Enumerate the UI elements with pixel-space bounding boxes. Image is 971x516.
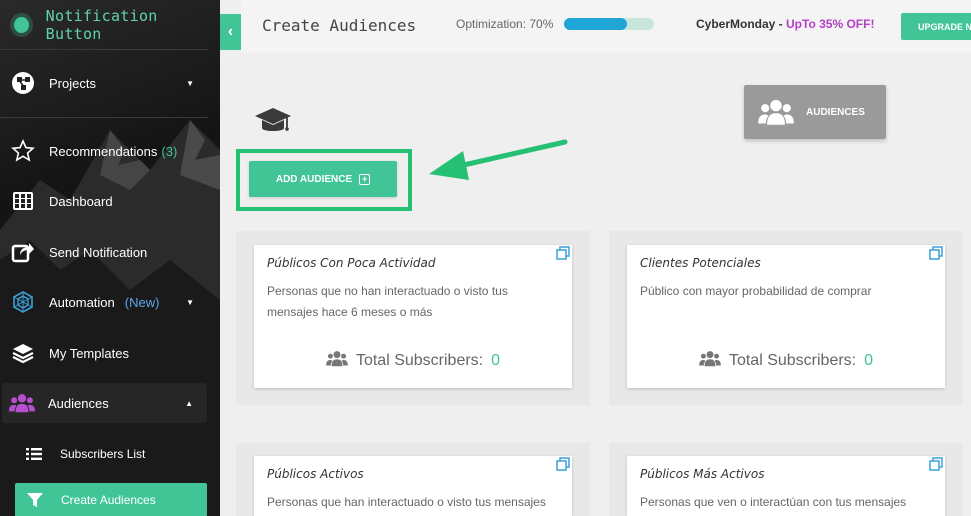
users-icon	[699, 350, 721, 372]
sidebar-item-dashboard[interactable]: Dashboard	[0, 179, 208, 223]
brand-title: Notification Button	[45, 6, 158, 43]
sidebar: Notification Button Projects ▼ Recommend…	[0, 0, 220, 516]
sidebar-item-label: Audiences	[48, 395, 109, 411]
audiences-badge-label: AUDIENCES	[806, 106, 865, 118]
share-icon	[10, 239, 36, 265]
card-description: Personas que han interactuado o visto tu…	[267, 495, 546, 509]
card-container: Públicos Activos Personas que han intera…	[236, 443, 590, 516]
sidebar-item-recommendations[interactable]: Recommendations (3)	[0, 129, 208, 173]
add-audience-button[interactable]: ADD AUDIENCE +	[249, 161, 397, 197]
plus-square-icon: +	[359, 173, 371, 185]
audience-card[interactable]: Públicos Activos Personas que han intera…	[254, 456, 572, 516]
list-icon	[26, 447, 42, 461]
card-container: Públicos Más Activos Personas que ven o …	[609, 443, 963, 516]
collapse-sidebar-button[interactable]: ‹	[220, 14, 241, 50]
subscribers-label: Total Subscribers:	[355, 352, 484, 369]
audience-card[interactable]: Públicos Más Activos Personas que ven o …	[627, 456, 945, 516]
add-audience-label: ADD AUDIENCE	[275, 173, 353, 185]
card-title: Públicos Con Poca Actividad	[267, 256, 436, 270]
sidebar-item-label: Dashboard	[49, 193, 113, 209]
sidebar-item-label: Automation	[49, 294, 115, 310]
sidebar-item-label: My Templates	[49, 345, 129, 361]
pointer-arrow-icon	[429, 139, 568, 180]
recommendations-count: (3)	[161, 143, 178, 159]
divider	[0, 117, 208, 118]
card-container: Clientes Potenciales Público con mayor p…	[609, 231, 963, 405]
users-icon	[9, 390, 35, 416]
audiences-badge[interactable]: AUDIENCES	[744, 85, 886, 139]
copy-icon[interactable]	[929, 246, 943, 265]
subscribers-count: 0	[491, 352, 501, 369]
page-title: Create Audiences	[262, 16, 417, 35]
star-icon	[10, 138, 36, 164]
grid-icon	[10, 188, 36, 214]
card-subscribers: Total Subscribers: 0	[254, 350, 572, 372]
copy-icon[interactable]	[556, 246, 570, 265]
audience-card[interactable]: Públicos Con Poca Actividad Personas que…	[254, 245, 572, 388]
subscribers-count: 0	[864, 352, 874, 369]
sidebar-item-label: Send Notification	[49, 244, 148, 260]
card-title: Públicos Activos	[267, 467, 364, 481]
sidebar-item-automation[interactable]: Automation (New) ▼	[0, 280, 208, 324]
sidebar-item-audiences[interactable]: Audiences ▲	[2, 383, 207, 423]
card-container: Públicos Con Poca Actividad Personas que…	[236, 231, 590, 405]
layers-icon	[10, 340, 36, 366]
brand[interactable]: Notification Button	[0, 0, 208, 50]
card-subscribers: Total Subscribers: 0	[627, 350, 945, 372]
chevron-left-icon: ‹	[227, 23, 234, 40]
sidebar-item-projects[interactable]: Projects ▼	[0, 61, 208, 105]
sidebar-item-label: Recommendations	[49, 143, 158, 159]
optimization-label: Optimization: 70%	[456, 17, 554, 31]
users-icon	[758, 98, 794, 126]
optimization-progress-fill	[564, 18, 627, 30]
header: Create Audiences Optimization: 70% Cyber…	[241, 0, 971, 52]
automation-new-badge: (New)	[124, 294, 160, 310]
promo-accent: UpTo 35% OFF!	[786, 17, 875, 31]
copy-icon[interactable]	[929, 457, 943, 476]
filter-icon	[27, 493, 43, 507]
promo-text[interactable]: CyberMonday - UpTo 35% OFF!	[696, 17, 874, 31]
sidebar-item-label: Projects	[49, 75, 96, 91]
card-description: Personas que no han interactuado o visto…	[267, 284, 508, 319]
projects-icon	[10, 70, 36, 96]
upgrade-button[interactable]: UPGRADE N	[901, 13, 971, 40]
graduation-cap-icon	[254, 106, 292, 141]
subscribers-label: Total Subscribers:	[728, 352, 857, 369]
optimization-progress-bar	[564, 18, 654, 30]
card-title: Públicos Más Activos	[640, 467, 765, 481]
copy-icon[interactable]	[556, 457, 570, 476]
users-icon	[326, 350, 348, 372]
audience-card[interactable]: Clientes Potenciales Público con mayor p…	[627, 245, 945, 388]
logo-icon	[14, 16, 29, 33]
promo-label: CyberMonday -	[696, 17, 787, 31]
card-description: Personas que ven o interactúan con tus m…	[640, 495, 907, 509]
card-description: Público con mayor probabilidad de compra…	[640, 284, 872, 298]
sidebar-subitem-label: Subscribers List	[60, 447, 146, 461]
sidebar-subitem-subscribers-list[interactable]: Subscribers List	[0, 437, 208, 471]
sidebar-subitem-create-audiences[interactable]: Create Audiences	[15, 483, 207, 516]
automation-icon	[10, 289, 36, 315]
caret-down-icon: ▼	[186, 78, 194, 88]
caret-down-icon: ▼	[186, 297, 194, 307]
card-title: Clientes Potenciales	[640, 256, 761, 270]
sidebar-item-my-templates[interactable]: My Templates	[0, 331, 208, 375]
sidebar-subitem-label: Create Audiences	[61, 493, 156, 507]
caret-up-icon: ▲	[185, 398, 193, 408]
sidebar-item-send-notification[interactable]: Send Notification	[0, 230, 208, 274]
